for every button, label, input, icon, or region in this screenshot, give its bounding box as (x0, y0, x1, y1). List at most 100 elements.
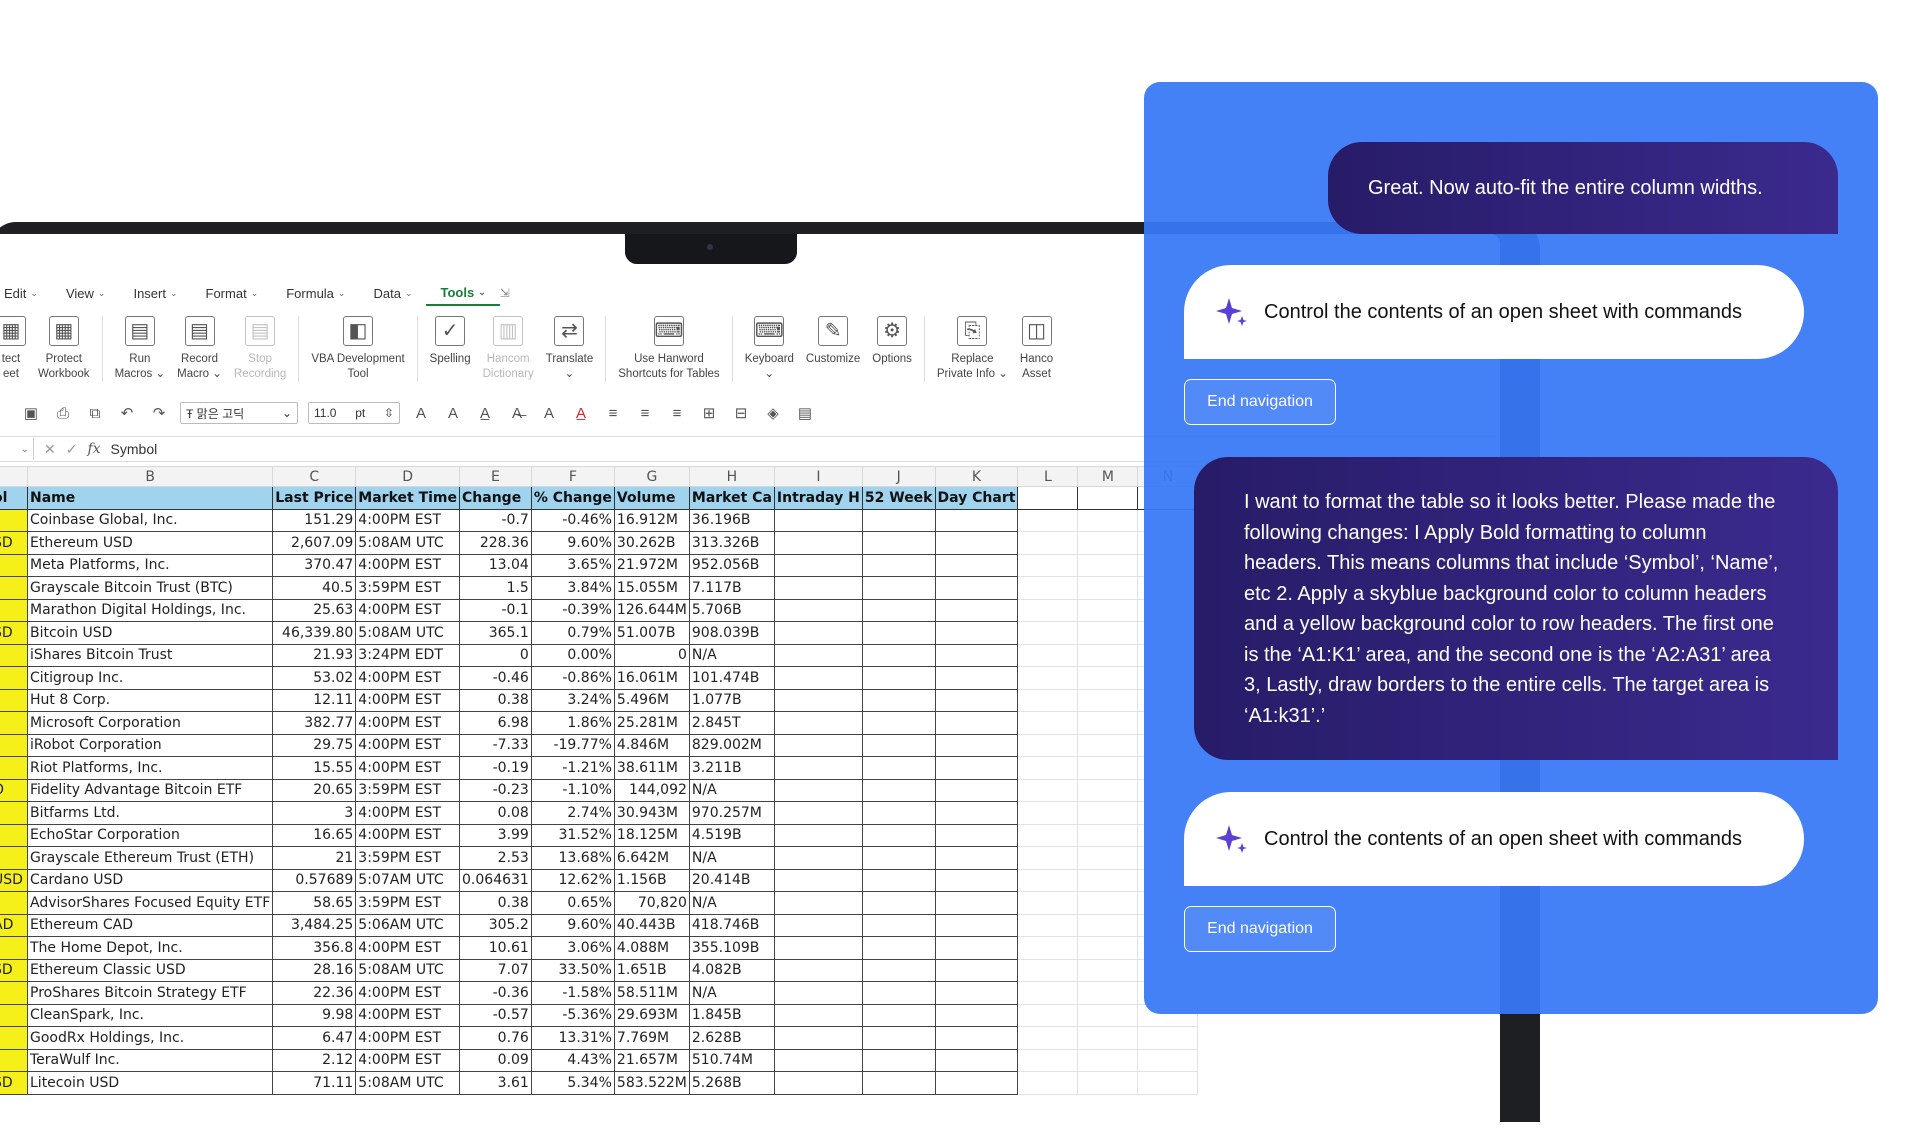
table-cell[interactable]: 3.65% (530, 553, 615, 577)
table-cell[interactable]: -0.46% (530, 508, 615, 532)
empty-cell[interactable] (1017, 553, 1079, 577)
row-header-cell[interactable]: SD (0, 621, 28, 645)
table-cell[interactable] (773, 756, 863, 780)
table-cell[interactable] (773, 958, 863, 982)
empty-cell[interactable] (1017, 868, 1079, 892)
table-cell[interactable] (861, 958, 936, 982)
table-cell[interactable] (934, 508, 1019, 532)
empty-cell[interactable] (1077, 868, 1139, 892)
column-letter[interactable]: M (1077, 466, 1139, 487)
table-cell[interactable] (934, 666, 1019, 690)
table-cell[interactable] (773, 688, 863, 712)
undo-icon[interactable]: ↶ (116, 404, 138, 422)
font-shape-icon[interactable]: A (538, 405, 560, 422)
table-cell[interactable]: 4:00PM EST (355, 981, 461, 1005)
font-color-icon[interactable]: A̲ (570, 405, 592, 422)
column-letter[interactable] (0, 466, 28, 487)
table-cell[interactable] (934, 1026, 1019, 1050)
table-cell[interactable]: 4:00PM EST (355, 1026, 461, 1050)
end-navigation-button[interactable]: End navigation (1184, 379, 1336, 425)
table-cell[interactable]: 33.50% (530, 958, 615, 982)
empty-cell[interactable] (1077, 1026, 1139, 1050)
table-cell[interactable]: -5.36% (530, 1003, 615, 1027)
table-cell[interactable] (934, 801, 1019, 825)
table-cell[interactable]: 313.326B (688, 531, 775, 555)
table-cell[interactable] (773, 711, 863, 735)
table-cell[interactable] (861, 778, 936, 802)
table-cell[interactable] (861, 1048, 936, 1072)
table-cell[interactable]: 0.09 (459, 1048, 532, 1072)
table-cell[interactable]: The Home Depot, Inc. (26, 936, 274, 960)
table-cell[interactable]: 4:00PM EST (355, 553, 461, 577)
table-cell[interactable] (861, 576, 936, 600)
table-cell[interactable]: 126.644M (613, 598, 690, 622)
table-cell[interactable] (861, 621, 936, 645)
table-cell[interactable]: 1.156B (613, 868, 690, 892)
table-cell[interactable]: 30.262B (613, 531, 690, 555)
options-gear-button[interactable]: ⚙ Options (866, 312, 918, 367)
empty-cell[interactable] (1017, 1026, 1079, 1050)
cancel-icon[interactable]: ✕ (44, 441, 56, 458)
table-cell[interactable]: iShares Bitcoin Trust (26, 643, 274, 667)
table-cell[interactable] (861, 1003, 936, 1027)
table-cell[interactable]: 4:00PM EST (355, 1048, 461, 1072)
row-header-cell[interactable] (0, 846, 28, 870)
table-cell[interactable]: 3:59PM EST (355, 891, 461, 915)
table-cell[interactable]: N/A (688, 643, 775, 667)
row-header-cell[interactable] (0, 688, 28, 712)
table-cell[interactable]: 151.29 (272, 508, 357, 532)
header-cell[interactable]: Intraday H (773, 486, 863, 510)
table-cell[interactable] (934, 553, 1019, 577)
table-cell[interactable]: 3:59PM EST (355, 576, 461, 600)
row-header-cell[interactable]: USD (0, 868, 28, 892)
table-cell[interactable]: 12.11 (272, 688, 357, 712)
table-cell[interactable]: 16.65 (272, 823, 357, 847)
table-cell[interactable]: 18.125M (613, 823, 690, 847)
empty-cell[interactable] (1077, 823, 1139, 847)
table-cell[interactable]: 365.1 (459, 621, 532, 645)
table-cell[interactable]: 5.496M (613, 688, 690, 712)
table-cell[interactable]: 1.845B (688, 1003, 775, 1027)
table-cell[interactable]: 22.36 (272, 981, 357, 1005)
collapse-ribbon-icon[interactable]: ⇲ (500, 286, 510, 300)
empty-cell[interactable] (1077, 756, 1139, 780)
table-cell[interactable]: 4:00PM EST (355, 801, 461, 825)
table-cell[interactable]: 3:59PM EST (355, 778, 461, 802)
table-cell[interactable] (861, 936, 936, 960)
empty-cell[interactable] (1077, 981, 1139, 1005)
empty-cell[interactable] (1077, 891, 1139, 915)
table-cell[interactable]: 4.519B (688, 823, 775, 847)
empty-cell[interactable] (1077, 666, 1139, 690)
table-cell[interactable]: 53.02 (272, 666, 357, 690)
empty-cell[interactable] (1017, 913, 1079, 937)
table-cell[interactable] (861, 868, 936, 892)
table-cell[interactable]: Cardano USD (26, 868, 274, 892)
table-cell[interactable] (934, 913, 1019, 937)
table-cell[interactable]: 3.61 (459, 1071, 532, 1095)
table-cell[interactable]: 4:00PM EST (355, 598, 461, 622)
row-header-cell[interactable]: AD (0, 913, 28, 937)
table-cell[interactable]: 0.38 (459, 891, 532, 915)
empty-cell[interactable] (1017, 801, 1079, 825)
menu-view[interactable]: View ⌄ (52, 280, 120, 306)
empty-cell[interactable] (1017, 778, 1079, 802)
table-cell[interactable]: 355.109B (688, 936, 775, 960)
table-cell[interactable]: 4.43% (530, 1048, 615, 1072)
table-cell[interactable] (773, 1071, 863, 1095)
table-cell[interactable]: 3 (272, 801, 357, 825)
table-cell[interactable]: Litecoin USD (26, 1071, 274, 1095)
empty-cell[interactable] (1017, 1003, 1079, 1027)
table-cell[interactable] (934, 868, 1019, 892)
menu-data[interactable]: Data ⌄ (359, 280, 426, 306)
table-cell[interactable]: 7.07 (459, 958, 532, 982)
formula-input[interactable]: Symbol (111, 441, 158, 457)
fx-icon[interactable]: fx (87, 441, 100, 458)
table-cell[interactable]: Bitfarms Ltd. (26, 801, 274, 825)
table-cell[interactable] (861, 688, 936, 712)
menu-insert[interactable]: Insert ⌄ (119, 280, 191, 306)
table-cell[interactable]: -0.39% (530, 598, 615, 622)
table-cell[interactable] (934, 711, 1019, 735)
table-cell[interactable]: 6.98 (459, 711, 532, 735)
protect-sheet-button[interactable]: ▦ tect eet (0, 312, 32, 382)
empty-cell[interactable] (1077, 958, 1139, 982)
